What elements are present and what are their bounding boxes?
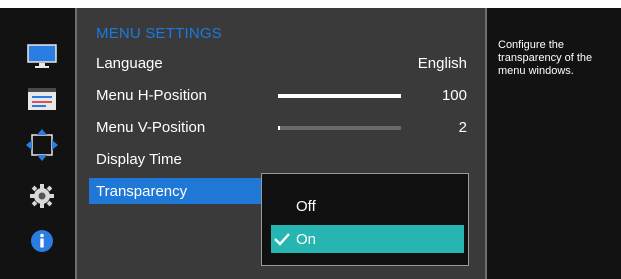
checkmark-icon: [274, 233, 290, 246]
transparency-popup: Off On: [261, 173, 469, 266]
menu-item-value: English: [417, 55, 467, 72]
system-icon[interactable]: [25, 179, 59, 213]
menu-item-display-time[interactable]: Display Time: [89, 145, 475, 173]
menu-item-label: Menu V-Position: [96, 119, 206, 136]
option-label: Off: [296, 198, 316, 215]
menu-item-value: 100: [441, 87, 467, 104]
menu-item-label: Language: [96, 55, 163, 72]
h-position-slider[interactable]: [278, 94, 401, 98]
onscreen-display-icon[interactable]: [25, 82, 59, 116]
information-icon[interactable]: [25, 224, 59, 258]
position-icon[interactable]: [25, 128, 59, 162]
menu-item-value: 2: [458, 119, 467, 136]
help-text: Configure the transparency of the menu w…: [498, 39, 593, 77]
option-on[interactable]: On: [271, 225, 464, 253]
option-off[interactable]: Off: [271, 192, 464, 220]
menu-item-label: Menu H-Position: [96, 87, 207, 104]
menu-item-label: Display Time: [96, 151, 182, 168]
menu-item-v-position[interactable]: Menu V-Position 2: [89, 113, 475, 141]
picture-icon[interactable]: [25, 40, 59, 74]
sidebar: [0, 8, 75, 279]
menu-settings-panel: MENU SETTINGS Language English Menu H-Po…: [75, 8, 487, 279]
menu-title: MENU SETTINGS: [96, 25, 222, 42]
slider-fill: [278, 126, 281, 130]
menu-item-label: Transparency: [96, 183, 188, 200]
v-position-slider[interactable]: [278, 126, 401, 130]
slider-fill: [278, 94, 401, 98]
osd-window: MENU SETTINGS Language English Menu H-Po…: [0, 8, 621, 279]
menu-item-h-position[interactable]: Menu H-Position 100: [89, 81, 475, 109]
menu-item-language[interactable]: Language English: [89, 49, 475, 77]
option-label: On: [296, 231, 317, 248]
menu-item-transparency[interactable]: Transparency: [89, 178, 263, 204]
